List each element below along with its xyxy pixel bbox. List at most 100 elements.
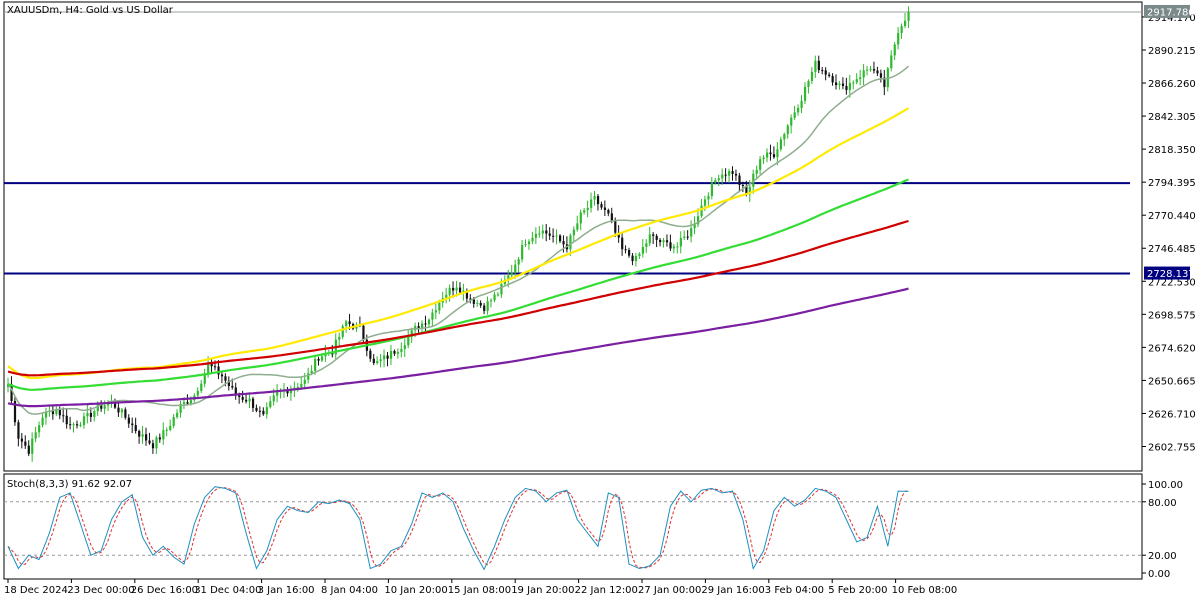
candle-body <box>472 299 475 304</box>
price-label: 2842.305 <box>1148 112 1196 123</box>
time-label: 31 Dec 04:00 <box>194 585 261 596</box>
time-label: 29 Jan 16:00 <box>701 585 764 596</box>
candle-body <box>821 70 824 72</box>
candle-body <box>721 174 724 179</box>
candle-body <box>904 20 907 27</box>
stoch-label: 20.00 <box>1148 551 1177 562</box>
candle-body <box>672 246 676 249</box>
candle-body <box>117 407 120 413</box>
stoch-label: 100.00 <box>1148 480 1183 491</box>
candle-body <box>700 205 703 217</box>
candle-body <box>200 383 203 391</box>
candle-body <box>541 230 544 234</box>
price-axis: 2914.1702890.2152866.2602842.3052818.350… <box>1142 13 1196 454</box>
candle-body <box>790 117 793 126</box>
time-label: 10 Jan 20:00 <box>384 585 447 596</box>
time-label: 27 Jan 00:00 <box>638 585 701 596</box>
candle-body <box>866 69 869 71</box>
candle-body <box>900 26 903 34</box>
candle-body <box>524 244 527 246</box>
candle-body <box>897 33 900 45</box>
candle-body <box>93 411 96 417</box>
candle-body <box>231 385 234 388</box>
candle-body <box>835 82 838 86</box>
candle-body <box>683 236 686 238</box>
candle-body <box>552 235 555 237</box>
candle-body <box>189 400 193 404</box>
candle-body <box>569 235 572 250</box>
candle-body <box>314 358 317 371</box>
candle-body <box>859 77 862 80</box>
candle-body <box>828 74 831 77</box>
candle-body <box>369 350 372 359</box>
candle-body <box>769 152 772 155</box>
candle-body <box>638 253 641 257</box>
candle-body <box>320 356 324 361</box>
candle-body <box>703 199 707 206</box>
candle-body <box>810 71 814 81</box>
candle-body <box>596 196 600 205</box>
candle-body <box>848 83 851 91</box>
candle-body <box>127 417 130 424</box>
candle-body <box>317 358 320 361</box>
price-label: 2890.215 <box>1148 46 1196 57</box>
candle-body <box>438 302 441 311</box>
candle-body <box>797 107 800 113</box>
price-label: 2602.755 <box>1148 443 1196 454</box>
candle-body <box>907 11 910 21</box>
candle-body <box>631 255 634 262</box>
candle-body <box>431 312 434 320</box>
candle-body <box>548 233 551 236</box>
price-label: 2650.665 <box>1148 376 1196 387</box>
candle-body <box>27 445 30 454</box>
candle-body <box>120 409 124 413</box>
candle-body <box>755 169 758 174</box>
candle-body <box>690 228 693 237</box>
candle-body <box>610 213 613 221</box>
stoch-title: Stoch(8,3,3) 91.62 92.07 <box>7 479 132 490</box>
candle-body <box>31 438 34 454</box>
candle-body <box>855 79 858 83</box>
candle-body <box>458 287 462 293</box>
candle-body <box>603 207 607 210</box>
candle-body <box>141 434 144 437</box>
candle-body <box>510 272 513 276</box>
candle-body <box>531 237 534 242</box>
candle-body <box>479 302 482 306</box>
candle <box>13 397 17 426</box>
candle-body <box>817 60 820 71</box>
price-label: 2746.485 <box>1148 244 1196 255</box>
candle-body <box>265 407 268 415</box>
candle-body <box>124 409 127 418</box>
candle-body <box>800 100 803 108</box>
stoch-axis: 100.00 80.00 20.00 0.00 <box>1142 480 1183 580</box>
candle-body <box>341 326 344 337</box>
time-label: 10 Feb 08:00 <box>892 585 958 596</box>
candle-body <box>710 182 713 196</box>
candle-body <box>559 235 562 242</box>
candle-body <box>262 410 265 415</box>
candle-body <box>89 412 92 417</box>
candle-body <box>717 178 720 181</box>
candle-body <box>786 125 789 135</box>
time-axis: 18 Dec 2024 23 Dec 00:0026 Dec 16:0031 De… <box>4 579 957 596</box>
candle-body <box>86 412 89 417</box>
candle-body <box>148 440 151 444</box>
candle-body <box>258 410 262 412</box>
candle-body <box>500 283 503 295</box>
candle-body <box>51 411 55 415</box>
candle-body <box>714 180 717 183</box>
candle-body <box>538 233 541 235</box>
candle-body <box>824 70 827 75</box>
candle-body <box>776 149 779 158</box>
candle-body <box>476 302 479 304</box>
candle-body <box>862 70 865 78</box>
candle-body <box>131 423 134 426</box>
time-label: 5 Feb 20:00 <box>828 585 887 596</box>
candle-body <box>407 336 410 346</box>
candle-body <box>759 159 762 170</box>
candle-body <box>251 398 255 408</box>
candle-body <box>452 287 455 291</box>
candle-body <box>572 229 575 236</box>
candle-body <box>20 438 23 442</box>
